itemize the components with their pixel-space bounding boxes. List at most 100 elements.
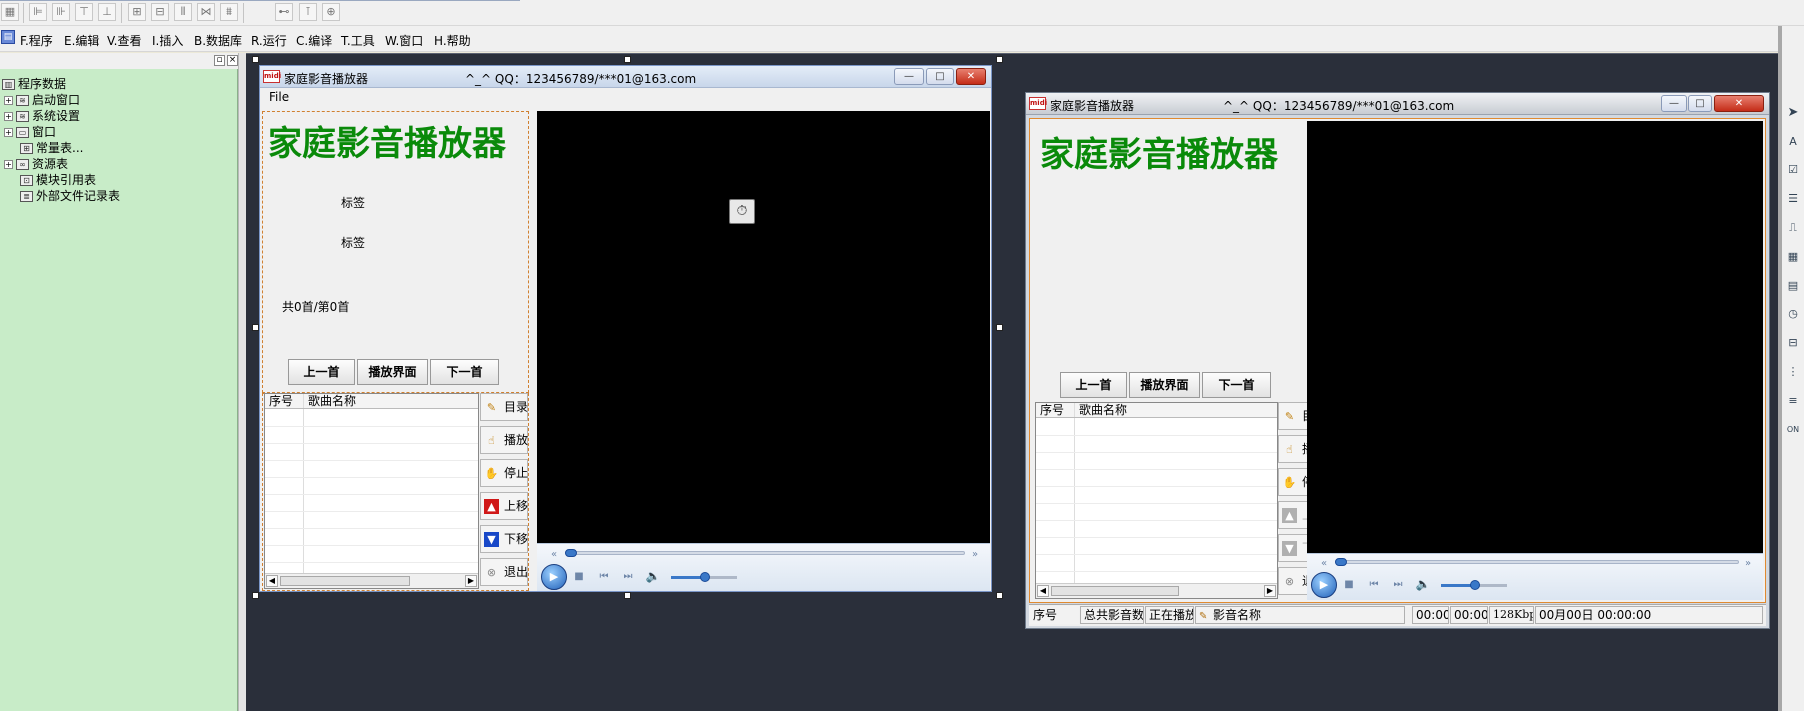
seek-knob[interactable] <box>1335 558 1347 566</box>
playlist[interactable]: 序号 歌曲名称 ◀ ▶ <box>264 393 479 589</box>
space-horizontal-icon[interactable]: ⫴ <box>174 3 192 21</box>
next-track-button[interactable]: 下一首 <box>430 359 499 385</box>
form-menu-file[interactable]: File <box>269 90 289 104</box>
player-play-button[interactable]: ▶ <box>1311 572 1337 598</box>
maximize-button[interactable]: □ <box>1688 95 1712 112</box>
designer-form-window[interactable]: midi 家庭影音播放器 ^_^ QQ：123456789/***01@163.… <box>259 65 992 592</box>
tree-item-resources[interactable]: + ∞ 资源表 <box>4 156 68 172</box>
previous-icon[interactable]: ⏮ <box>597 571 611 583</box>
resize-handle-w[interactable] <box>252 324 259 331</box>
resize-handle-e[interactable] <box>996 324 1003 331</box>
close-button[interactable]: ✕ <box>1714 95 1764 112</box>
playlist-col-no[interactable]: 序号 <box>269 394 293 408</box>
tree-item-startup-window[interactable]: + ≋ 启动窗口 <box>4 92 80 108</box>
resize-handle-sw[interactable] <box>252 592 259 599</box>
stop-icon[interactable]: ■ <box>1343 579 1355 591</box>
minimize-button[interactable]: — <box>1661 95 1687 112</box>
align-bottom-icon[interactable]: ⊥ <box>98 3 116 21</box>
player-play-button[interactable]: ▶ <box>541 564 567 590</box>
move-down-button[interactable]: ▼ 下移 <box>480 525 528 553</box>
ole-tool-icon[interactable]: ON <box>1786 423 1800 437</box>
expand-icon[interactable]: + <box>4 112 13 121</box>
video-area[interactable] <box>537 111 990 543</box>
seek-knob[interactable] <box>565 549 577 557</box>
forward-icon[interactable]: » <box>1743 558 1753 570</box>
scroll-left-icon[interactable]: ◀ <box>266 575 278 587</box>
tree-item-constants[interactable]: ⊞ 常量表... <box>20 140 83 156</box>
label-tool-icon[interactable]: A <box>1786 135 1800 149</box>
center-both-icon[interactable]: ⊕ <box>322 3 340 21</box>
runtime-player-window[interactable]: midi 家庭影音播放器 ^_^ QQ：123456789/***01@163.… <box>1025 92 1770 629</box>
same-width-icon[interactable]: ⊞ <box>128 3 146 21</box>
stopwatch-icon[interactable]: ⏱ <box>729 199 755 224</box>
left-panel-splitter[interactable] <box>238 53 246 711</box>
scroll-left-icon[interactable]: ◀ <box>1037 585 1049 597</box>
tree-item-modules[interactable]: ⊡ 模块引用表 <box>20 172 96 188</box>
menu-run[interactable]: R.运行 <box>251 32 287 49</box>
scroll-thumb[interactable] <box>280 576 410 586</box>
play-screen-button[interactable]: 播放界面 <box>1129 372 1200 398</box>
prev-track-button[interactable]: 上一首 <box>1060 372 1127 398</box>
menu-compile[interactable]: C.编译 <box>296 32 332 49</box>
volume-knob[interactable] <box>700 572 710 582</box>
rewind-icon[interactable]: « <box>549 549 559 561</box>
picture-tool-icon[interactable]: ⎍ <box>1786 221 1800 235</box>
tree-item-settings[interactable]: + ≋ 系统设置 <box>4 108 80 124</box>
seek-bar[interactable] <box>1335 560 1739 564</box>
menu-program[interactable]: F.程序 <box>20 32 53 49</box>
menu-window[interactable]: W.窗口 <box>385 32 423 49</box>
play-screen-button[interactable]: 播放界面 <box>357 359 428 385</box>
tree-item-window[interactable]: + ▭ 窗口 <box>4 124 56 140</box>
same-height-icon[interactable]: ⊟ <box>151 3 169 21</box>
center-horizontal-icon[interactable]: ⊷ <box>275 3 293 21</box>
resize-handle-n[interactable] <box>624 56 631 63</box>
previous-icon[interactable]: ⏮ <box>1367 579 1381 591</box>
resize-handle-se[interactable] <box>996 592 1003 599</box>
tree-tool-icon[interactable]: ⋮ <box>1786 365 1800 379</box>
scroll-right-icon[interactable]: ▶ <box>465 575 477 587</box>
pane-close-icon[interactable]: × <box>227 55 238 66</box>
volume-slider[interactable] <box>671 572 737 582</box>
timer-tool-icon[interactable]: ◷ <box>1786 307 1800 321</box>
resize-handle-s[interactable] <box>624 592 631 599</box>
menu-database[interactable]: B.数据库 <box>194 32 242 49</box>
runtime-playlist[interactable]: 序号 歌曲名称 ◀ ▶ <box>1035 402 1278 599</box>
checkbox-tool-icon[interactable]: ☑ <box>1786 163 1800 177</box>
stop-button[interactable]: ✋ 停止 <box>480 459 528 487</box>
menu-insert[interactable]: I.插入 <box>152 32 183 49</box>
stop-icon[interactable]: ■ <box>573 571 585 583</box>
align-top-icon[interactable]: ⊤ <box>75 3 93 21</box>
playlist-col-no[interactable]: 序号 <box>1040 403 1064 417</box>
menu-button[interactable]: ✎ 目录 <box>480 393 528 421</box>
scroll-thumb[interactable] <box>1051 586 1179 596</box>
expand-icon[interactable]: + <box>4 128 13 137</box>
grid-icon[interactable]: ▦ <box>1 3 19 21</box>
runtime-video-area[interactable] <box>1307 121 1763 553</box>
menu-edit[interactable]: E.编辑 <box>64 32 99 49</box>
list-tool-icon[interactable]: ☰ <box>1786 192 1800 206</box>
next-track-button[interactable]: 下一首 <box>1202 372 1271 398</box>
volume-icon[interactable]: 🔈 <box>645 570 661 582</box>
tree-root[interactable]: ▥ 程序数据 <box>2 76 66 92</box>
playlist-col-name[interactable]: 歌曲名称 <box>308 394 356 408</box>
expand-icon[interactable]: + <box>4 96 13 105</box>
align-left-icon[interactable]: ⊫ <box>29 3 47 21</box>
pointer-icon[interactable]: ➤ <box>1786 106 1800 120</box>
combo-tool-icon[interactable]: ▤ <box>1786 279 1800 293</box>
volume-knob[interactable] <box>1470 580 1480 590</box>
volume-icon[interactable]: 🔈 <box>1415 578 1431 590</box>
exit-button[interactable]: ⊗ 退出 <box>480 558 528 586</box>
seek-bar[interactable] <box>565 551 965 555</box>
play-button[interactable]: ☝ 播放 <box>480 426 528 454</box>
resize-handle-ne[interactable] <box>996 56 1003 63</box>
menu-tools[interactable]: T.工具 <box>341 32 375 49</box>
playlist-hscrollbar[interactable]: ◀ ▶ <box>1036 583 1277 598</box>
next-icon[interactable]: ⏭ <box>1391 579 1405 591</box>
pane-float-icon[interactable]: ▫ <box>214 55 225 66</box>
center-vertical-icon[interactable]: ⊺ <box>299 3 317 21</box>
maximize-button[interactable]: □ <box>926 68 954 85</box>
rewind-icon[interactable]: « <box>1319 558 1329 570</box>
runtime-titlebar[interactable]: midi 家庭影音播放器 ^_^ QQ：123456789/***01@163.… <box>1026 93 1769 115</box>
prev-track-button[interactable]: 上一首 <box>288 359 355 385</box>
close-button[interactable]: ✕ <box>956 68 986 85</box>
